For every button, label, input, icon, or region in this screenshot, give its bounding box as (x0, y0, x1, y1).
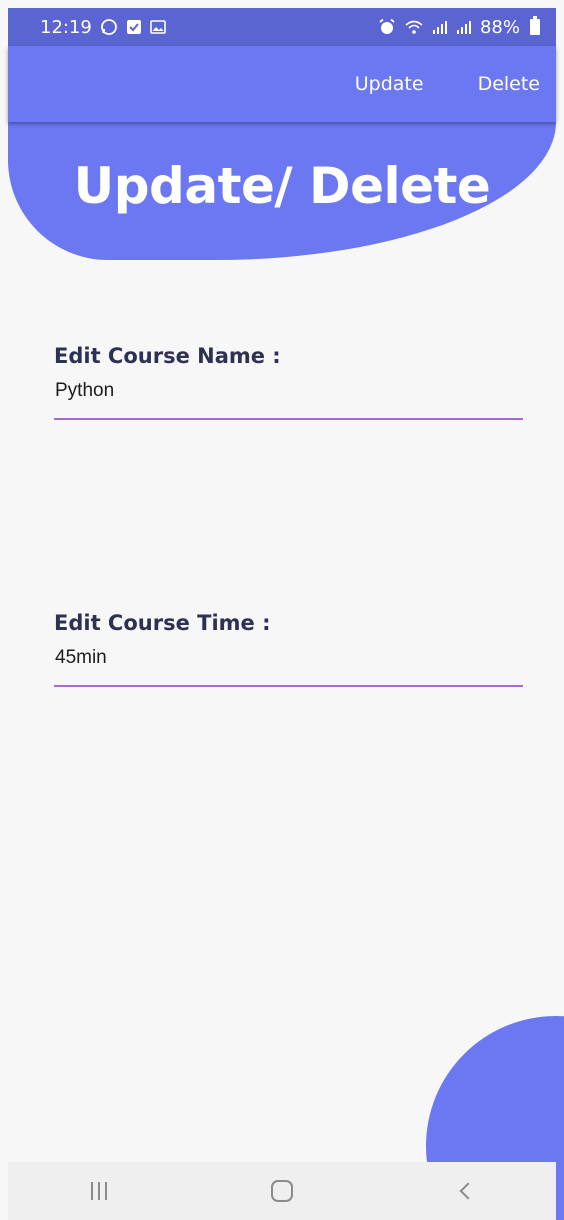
course-time-label: Edit Course Time : (54, 611, 271, 635)
wifi-icon (404, 19, 424, 35)
recents-icon (91, 1182, 108, 1200)
whatsapp-icon (100, 18, 118, 36)
home-icon (270, 1180, 293, 1202)
page-title: Update/ Delete (73, 157, 491, 215)
battery-icon (530, 16, 540, 35)
home-button[interactable] (252, 1169, 312, 1213)
delete-button[interactable]: Delete (478, 73, 540, 95)
course-time-field: Edit Course Time : (54, 611, 523, 687)
status-left: 12:19 (40, 17, 166, 38)
status-right: 88% (378, 16, 540, 38)
course-time-input[interactable] (54, 647, 523, 687)
status-time: 12:19 (40, 16, 92, 38)
course-name-field: Edit Course Name : (54, 344, 523, 420)
check-box-icon (126, 19, 142, 35)
update-button[interactable]: Update (355, 73, 424, 95)
back-button[interactable] (435, 1169, 495, 1213)
app-bar: Update Delete (8, 46, 556, 122)
image-icon (150, 19, 166, 35)
recents-button[interactable] (69, 1169, 129, 1213)
signal-icon (432, 19, 448, 35)
status-bar: 12:19 88% (8, 8, 556, 46)
header-banner: Update/ Delete (8, 122, 556, 260)
app-screen: 12:19 88% Update Delete Update/ Delete E… (0, 0, 564, 1220)
alarm-icon (378, 18, 396, 36)
signal-icon (456, 19, 472, 35)
system-nav-bar (8, 1162, 556, 1220)
course-name-label: Edit Course Name : (54, 344, 281, 368)
battery-percentage: 88% (479, 16, 520, 38)
course-name-input[interactable] (54, 380, 523, 420)
back-icon (459, 1182, 477, 1200)
